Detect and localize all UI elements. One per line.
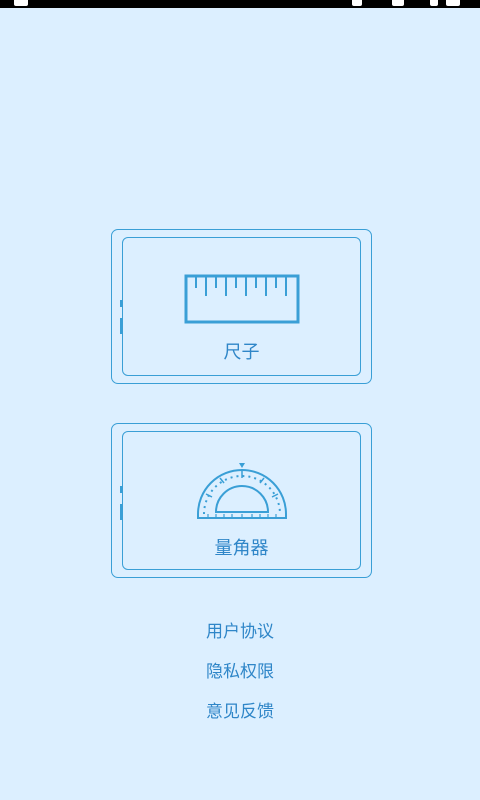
feedback-link[interactable]: 意见反馈 (0, 697, 480, 722)
ruler-icon (184, 274, 299, 324)
wifi-icon (392, 0, 404, 6)
protractor-icon (196, 463, 287, 519)
status-bar (0, 0, 480, 8)
ruler-card-side-mark-1 (120, 300, 122, 307)
clock-icon (446, 0, 460, 6)
protractor-card-label: 量角器 (214, 538, 269, 559)
battery-icon (430, 0, 438, 6)
ruler-card-side-mark-2 (120, 318, 122, 334)
protractor-card[interactable]: 量角器 (111, 423, 372, 578)
protractor-card-side-mark-1 (120, 486, 122, 493)
user-agreement-link[interactable]: 用户协议 (0, 617, 480, 642)
privacy-permissions-link[interactable]: 隐私权限 (0, 657, 480, 682)
ruler-card-label: 尺子 (223, 342, 260, 363)
ruler-card[interactable]: 尺子 (111, 229, 372, 384)
signal-icon (352, 0, 362, 6)
status-left-icon (14, 0, 28, 6)
protractor-card-side-mark-2 (120, 504, 122, 520)
